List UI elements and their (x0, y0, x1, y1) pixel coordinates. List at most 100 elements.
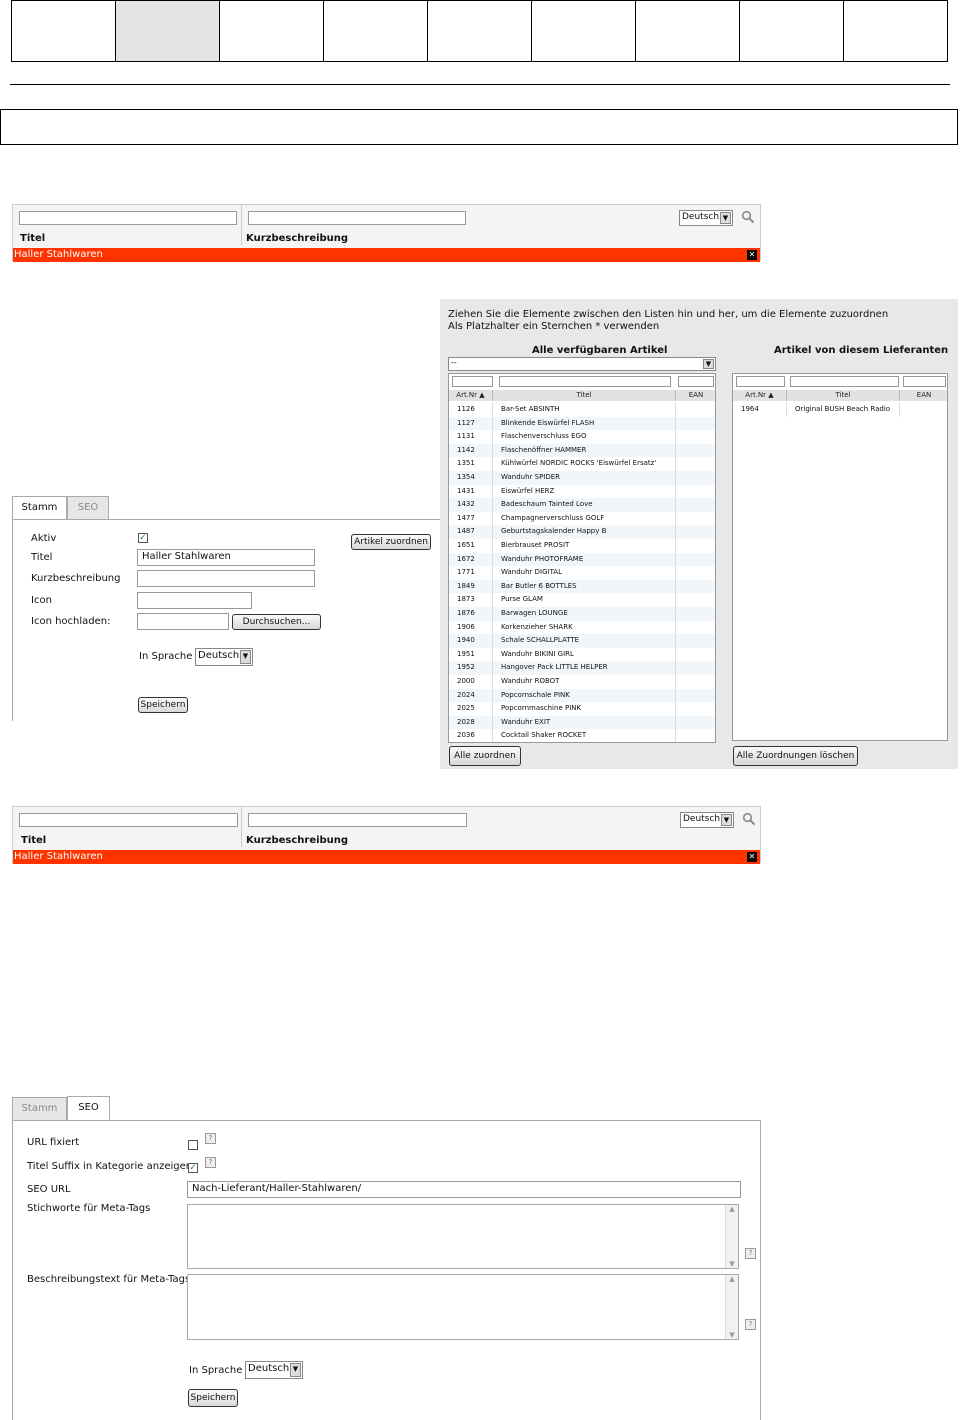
search-icon[interactable] (742, 812, 756, 826)
language-select-2[interactable]: Deutsch ▼ (680, 812, 734, 828)
table-row[interactable]: 1952 Hangover Pack LITTLE HELPER (449, 661, 715, 675)
assigned-artnr-filter-input[interactable] (736, 376, 785, 387)
chevron-down-icon[interactable]: ▼ (726, 1331, 738, 1339)
table-row[interactable]: 1906 Korkenzieher SHARK (449, 620, 715, 635)
title-filter-input-2[interactable] (19, 813, 238, 827)
search-icon[interactable] (741, 210, 755, 224)
col-ean-header[interactable]: EAN (676, 390, 715, 401)
seo-save-button[interactable]: Speichern (188, 1389, 238, 1407)
assigned-title-filter-input[interactable] (790, 376, 899, 387)
url-fixed-checkbox[interactable] (188, 1140, 198, 1150)
hint-text-2: Als Platzhalter ein Sternchen * verwende… (448, 321, 660, 332)
table-row[interactable]: 1351 Kühlwürfel NORDIC ROCKS 'Eiswürfel E… (449, 457, 715, 471)
save-button[interactable]: Speichern (138, 697, 188, 713)
short-desc-filter-input[interactable] (248, 211, 466, 225)
artnr-cell: 1477 (449, 511, 493, 526)
table-row[interactable]: 2025 Popcornmaschine PINK (449, 702, 715, 716)
top-tab-7[interactable] (636, 0, 740, 62)
top-tab-3[interactable] (220, 0, 324, 62)
assigned-ean-filter-input[interactable] (903, 376, 946, 387)
title-filter-input[interactable] (19, 211, 237, 225)
table-row[interactable]: 1672 Wanduhr PHOTOFRAME (449, 552, 715, 567)
table-row[interactable]: 1127 Blinkende Eiswürfel FLASH (449, 416, 715, 431)
title-filter-input[interactable] (499, 376, 671, 387)
description-label: Beschreibungstext für Meta-Tags (27, 1274, 191, 1285)
browse-button[interactable]: Durchsuchen... (232, 614, 321, 630)
help-icon[interactable]: ? (745, 1319, 756, 1330)
chevron-up-icon[interactable]: ▲ (726, 1205, 738, 1213)
table-row[interactable]: 1487 Geburtstagskalender Happy B (449, 525, 715, 539)
table-row[interactable]: 1126 Bar-Set ABSINTH (449, 403, 715, 417)
table-row[interactable]: 2000 Wanduhr ROBOT (449, 675, 715, 689)
table-row[interactable]: 1142 Flaschenöffner HAMMER (449, 443, 715, 458)
assigned-col-artnr-header[interactable]: Art.Nr ▲ (733, 390, 787, 401)
assign-all-button[interactable]: Alle zuordnen (449, 746, 521, 766)
tab-seo[interactable]: SEO (67, 496, 109, 519)
seo-language-select[interactable]: Deutsch ▼ (245, 1361, 303, 1379)
table-row[interactable]: 1651 Bierbrauset PROSIT (449, 539, 715, 553)
table-row[interactable]: 2024 Popcornschale PINK (449, 688, 715, 703)
chevron-down-icon[interactable]: ▼ (726, 1260, 738, 1268)
table-row[interactable]: 2028 Wanduhr EXIT (449, 715, 715, 730)
tab-stamm-2[interactable]: Stamm (12, 1097, 67, 1120)
table-row[interactable]: 1131 Flaschenverschluss EGO (449, 430, 715, 444)
ean-filter-input[interactable] (678, 376, 714, 387)
help-icon[interactable]: ? (745, 1248, 756, 1259)
title-cell: Wanduhr BIKINI GIRL (493, 647, 676, 662)
scrollbar[interactable]: ▲ ▼ (725, 1205, 738, 1268)
icon-input[interactable] (137, 592, 252, 609)
table-row[interactable]: 1432 Badeschaum Tainted Love (449, 498, 715, 512)
table-row[interactable]: 1771 Wanduhr DIGITAL (449, 566, 715, 580)
top-tab-4[interactable] (324, 0, 428, 62)
table-row[interactable]: 1431 Eiswürfel HERZ (449, 484, 715, 499)
top-tab-8[interactable] (740, 0, 844, 62)
kurzbeschreibung-input[interactable] (137, 570, 315, 587)
upload-file-input[interactable] (137, 613, 229, 630)
table-row[interactable]: 1951 Wanduhr BIKINI GIRL (449, 647, 715, 662)
table-row[interactable]: 1964 Original BUSH Beach Radio (733, 403, 947, 417)
result-row[interactable]: Haller Stahlwaren ✕ (13, 248, 760, 262)
top-tab-6[interactable] (532, 0, 636, 62)
help-icon[interactable]: ? (205, 1157, 216, 1168)
description-textarea[interactable]: ▲ ▼ (187, 1274, 739, 1340)
category-select[interactable]: -- ▼ (448, 357, 716, 371)
table-row[interactable]: 1477 Champagnerverschluss GOLF (449, 511, 715, 526)
scrollbar[interactable]: ▲ ▼ (725, 1275, 738, 1339)
assigned-col-artnr-label: Art.Nr (745, 391, 767, 399)
top-tab-5[interactable] (428, 0, 532, 62)
keywords-textarea[interactable]: ▲ ▼ (187, 1204, 739, 1269)
title-cell: Bierbrauset PROSIT (493, 539, 676, 553)
available-rows: 1126 Bar-Set ABSINTH 1127 Blinkende Eiswürf… (449, 403, 715, 742)
table-row[interactable]: 1940 Schale SCHALLPLATTE (449, 634, 715, 648)
top-tab-1[interactable] (11, 0, 116, 62)
help-icon[interactable]: ? (205, 1133, 216, 1144)
short-desc-filter-input-2[interactable] (248, 813, 467, 827)
title-cell: Purse GLAM (493, 593, 676, 607)
aktiv-checkbox[interactable]: ✓ (138, 533, 148, 543)
chevron-up-icon[interactable]: ▲ (726, 1275, 738, 1283)
delete-icon[interactable]: ✕ (747, 852, 757, 862)
col-artnr-header[interactable]: Art.Nr ▲ (449, 390, 493, 401)
table-row[interactable]: 1876 Barwagen LOUNGE (449, 607, 715, 621)
suffix-checkbox[interactable]: ✓ (188, 1163, 198, 1173)
assigned-col-ean-header[interactable]: EAN (900, 390, 947, 401)
tab-stamm[interactable]: Stamm (12, 496, 67, 520)
table-row[interactable]: 1849 Bar Butler 6 BOTTLES (449, 579, 715, 594)
table-row[interactable]: 1354 Wanduhr SPIDER (449, 471, 715, 485)
assign-articles-button[interactable]: Artikel zuordnen (351, 534, 431, 550)
stamm-language-select[interactable]: Deutsch ▼ (195, 648, 253, 666)
delete-icon[interactable]: ✕ (747, 250, 757, 260)
titel-input[interactable]: Haller Stahlwaren (137, 549, 315, 566)
top-tab-2[interactable] (116, 0, 220, 62)
top-tab-9[interactable] (844, 0, 948, 62)
assigned-col-titel-header[interactable]: Titel (787, 390, 900, 401)
seo-url-input[interactable]: Nach-Lieferant/Haller-Stahlwaren/ (187, 1181, 741, 1198)
table-row[interactable]: 2036 Cocktail Shaker ROCKET (449, 729, 715, 742)
result-row-2[interactable]: Haller Stahlwaren ✕ (13, 850, 760, 864)
col-titel-header[interactable]: Titel (493, 390, 676, 401)
artnr-filter-input[interactable] (452, 376, 493, 387)
table-row[interactable]: 1873 Purse GLAM (449, 593, 715, 607)
clear-assignments-button[interactable]: Alle Zuordnungen löschen (733, 746, 858, 766)
language-select[interactable]: Deutsch ▼ (679, 210, 733, 226)
tab-seo-2[interactable]: SEO (67, 1096, 110, 1121)
